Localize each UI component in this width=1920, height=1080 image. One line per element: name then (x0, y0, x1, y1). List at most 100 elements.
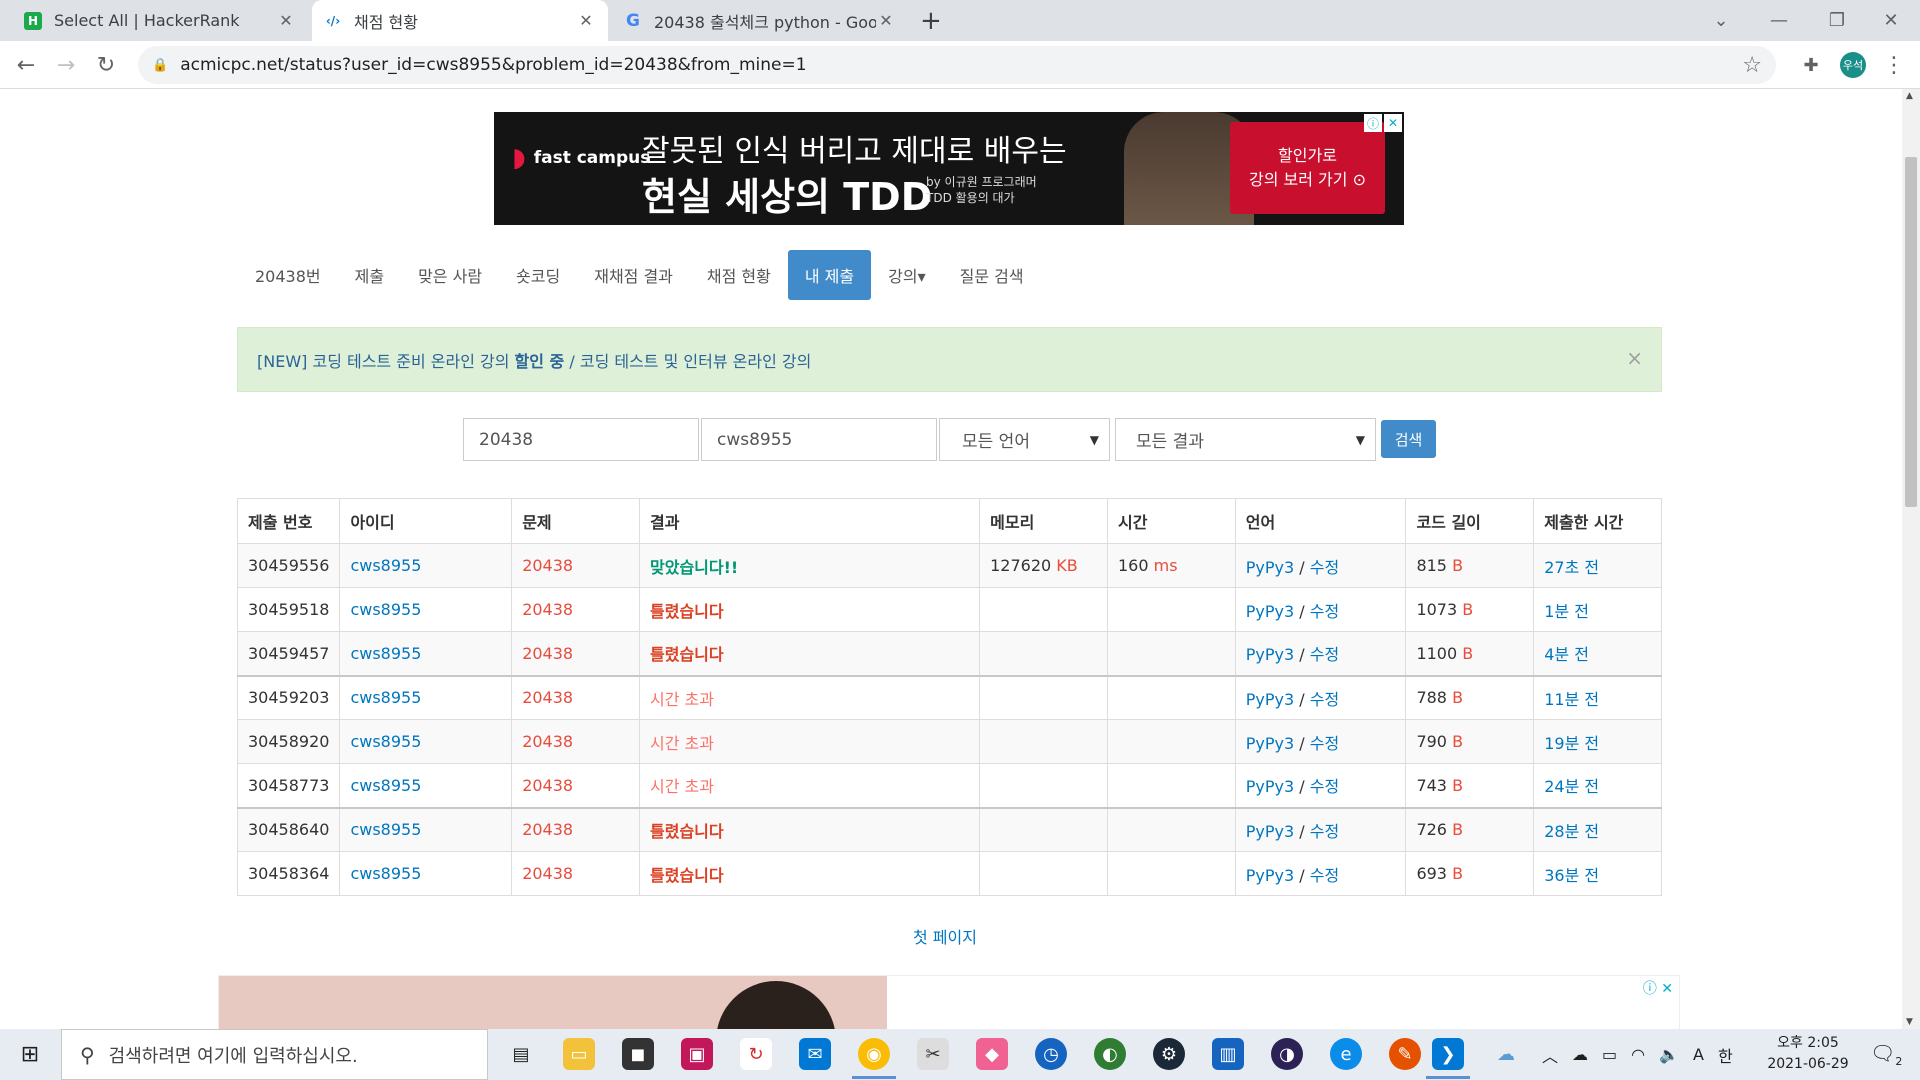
result-select[interactable]: 모든 결과 ▼ (1115, 418, 1376, 461)
submitted-time[interactable]: 4분 전 (1533, 631, 1662, 676)
source-link[interactable]: PyPy3 (1246, 558, 1294, 577)
clock-app-icon[interactable]: ◷ (1035, 1038, 1067, 1070)
ad-close-icon[interactable]: ✕ (1384, 114, 1402, 132)
snipping-tool-icon[interactable]: ✂ (917, 1038, 949, 1070)
onedrive-icon[interactable]: ☁ (1572, 1045, 1588, 1064)
problem-link[interactable]: 20438 (511, 674, 641, 720)
user-link[interactable]: cws8955 (339, 806, 513, 852)
address-bar[interactable]: 🔒 acmicpc.net/status?user_id=cws8955&pro… (138, 46, 1776, 84)
first-page-link[interactable]: 첫 페이지 (913, 924, 977, 948)
pen-app-icon[interactable]: ✎ (1389, 1038, 1421, 1070)
submitted-time[interactable]: 11분 전 (1533, 674, 1662, 720)
edit-link[interactable]: 수정 (1310, 866, 1339, 885)
back-icon[interactable]: ← (10, 49, 42, 81)
close-tab-icon[interactable]: ✕ (576, 11, 596, 30)
tab-submit[interactable]: 제출 (338, 250, 401, 300)
problem-link[interactable]: 20438 (511, 587, 641, 632)
problem-link[interactable]: 20438 (511, 763, 641, 808)
tab-lectures[interactable]: 강의▾ (871, 250, 942, 300)
vscode-icon[interactable]: ❯ (1432, 1038, 1464, 1070)
bookmark-star-icon[interactable]: ☆ (1742, 53, 1762, 78)
close-tab-icon[interactable]: ✕ (276, 11, 296, 30)
edit-link[interactable]: 수정 (1310, 558, 1339, 577)
ad-banner-bottom[interactable]: ⓘ ✕ (218, 975, 1680, 1029)
wifi-icon[interactable]: ◠ (1631, 1045, 1645, 1064)
weather-icon[interactable]: ☁ (1490, 1038, 1522, 1070)
tab-solved-users[interactable]: 맞은 사람 (401, 250, 499, 300)
user-id-input[interactable]: cws8955 (701, 418, 937, 461)
source-link[interactable]: PyPy3 (1246, 602, 1294, 621)
font-indicator[interactable]: A (1693, 1045, 1704, 1064)
git-icon[interactable]: ◆ (976, 1038, 1008, 1070)
forward-icon[interactable]: → (50, 49, 82, 81)
taskbar-clock[interactable]: 오후 2:05 2021-06-29 (1762, 1033, 1854, 1075)
chrome-icon[interactable]: ◉ (858, 1038, 890, 1070)
volume-icon[interactable]: 🔈 (1659, 1045, 1679, 1064)
alert-close-icon[interactable]: × (1626, 346, 1643, 370)
menu-icon[interactable]: ⋮ (1878, 49, 1910, 81)
edit-link[interactable]: 수정 (1310, 690, 1339, 709)
submitted-time[interactable]: 27초 전 (1533, 543, 1662, 588)
search-button[interactable]: 검색 (1381, 420, 1436, 458)
windows-start-icon[interactable]: ⊞ (0, 1029, 60, 1080)
ad-info-icon[interactable]: ⓘ (1364, 114, 1382, 132)
ad-info-icon[interactable]: ⓘ ✕ (1643, 978, 1673, 998)
language-select[interactable]: 모든 언어 ▼ (939, 418, 1110, 461)
scroll-up-icon[interactable]: ▲ (1906, 91, 1913, 101)
source-link[interactable]: PyPy3 (1246, 822, 1294, 841)
problem-link[interactable]: 20438 (511, 719, 641, 764)
extensions-icon[interactable]: ✚ (1795, 49, 1827, 81)
edit-link[interactable]: 수정 (1310, 777, 1339, 796)
problem-link[interactable]: 20438 (511, 806, 641, 852)
submitted-time[interactable]: 36분 전 (1533, 851, 1662, 896)
steam-icon[interactable]: ⚙ (1153, 1038, 1185, 1070)
profile-avatar[interactable]: 우석 (1840, 52, 1866, 78)
user-link[interactable]: cws8955 (339, 543, 513, 588)
problem-id-input[interactable]: 20438 (463, 418, 699, 461)
close-window-icon[interactable]: ✕ (1862, 0, 1920, 41)
browser-tab-hackerrank[interactable]: H Select All | HackerRank ✕ (12, 0, 308, 41)
scroll-down-icon[interactable]: ▼ (1906, 1017, 1913, 1027)
app-circle-icon[interactable]: ◐ (1094, 1038, 1126, 1070)
problem-link[interactable]: 20438 (511, 851, 641, 896)
close-tab-icon[interactable]: ✕ (876, 11, 896, 30)
minimize-icon[interactable]: — (1750, 0, 1808, 41)
browser-tab-status[interactable]: ‹/› 채점 현황 ✕ (312, 0, 608, 41)
submitted-time[interactable]: 1분 전 (1533, 587, 1662, 632)
edge-icon[interactable]: e (1330, 1038, 1362, 1070)
scroll-thumb[interactable] (1905, 157, 1917, 507)
source-link[interactable]: PyPy3 (1246, 734, 1294, 753)
tab-problem[interactable]: 20438번 (238, 250, 338, 300)
book-icon[interactable]: ▥ (1212, 1038, 1244, 1070)
user-link[interactable]: cws8955 (339, 851, 513, 896)
lock-icon[interactable]: 🔒 (152, 58, 168, 73)
store-icon[interactable]: ◼ (622, 1038, 654, 1070)
user-link[interactable]: cws8955 (339, 763, 513, 808)
tray-expand-icon[interactable]: ︿ (1542, 1043, 1558, 1067)
taskbar-search[interactable]: ⚲ 검색하려면 여기에 입력하십시오. (61, 1029, 488, 1080)
restore-icon[interactable]: ❐ (1808, 0, 1866, 41)
browser-tab-google[interactable]: G 20438 출석체크 python - Googl ✕ (612, 0, 908, 41)
ad-cta-button[interactable]: 할인가로 강의 보러 가기 ⊙ (1230, 122, 1385, 214)
user-link[interactable]: cws8955 (339, 587, 513, 632)
user-link[interactable]: cws8955 (339, 674, 513, 720)
edit-link[interactable]: 수정 (1310, 602, 1339, 621)
edit-link[interactable]: 수정 (1310, 822, 1339, 841)
mail-icon[interactable]: ✉ (799, 1038, 831, 1070)
tab-my-submissions[interactable]: 내 제출 (787, 250, 872, 300)
user-link[interactable]: cws8955 (339, 719, 513, 764)
app-icon[interactable]: ▣ (681, 1038, 713, 1070)
promo-link[interactable]: [NEW] 코딩 테스트 준비 온라인 강의 할인 중 / 코딩 테스트 및 인… (257, 348, 811, 372)
problem-link[interactable]: 20438 (511, 631, 641, 676)
task-view-icon[interactable]: ▤ (505, 1038, 537, 1070)
edit-link[interactable]: 수정 (1310, 734, 1339, 753)
battery-icon[interactable]: ▭ (1602, 1045, 1617, 1064)
submitted-time[interactable]: 28분 전 (1533, 806, 1662, 852)
file-explorer-icon[interactable]: ▭ (563, 1038, 595, 1070)
new-tab-icon[interactable]: + (920, 6, 942, 36)
eclipse-icon[interactable]: ◑ (1271, 1038, 1303, 1070)
tab-status[interactable]: 채점 현황 (690, 250, 788, 300)
source-link[interactable]: PyPy3 (1246, 645, 1294, 664)
ad-banner-top[interactable]: ◗ fast campus 잘못된 인식 버리고 제대로 배우는 현실 세상의 T… (494, 112, 1404, 225)
source-link[interactable]: PyPy3 (1246, 866, 1294, 885)
